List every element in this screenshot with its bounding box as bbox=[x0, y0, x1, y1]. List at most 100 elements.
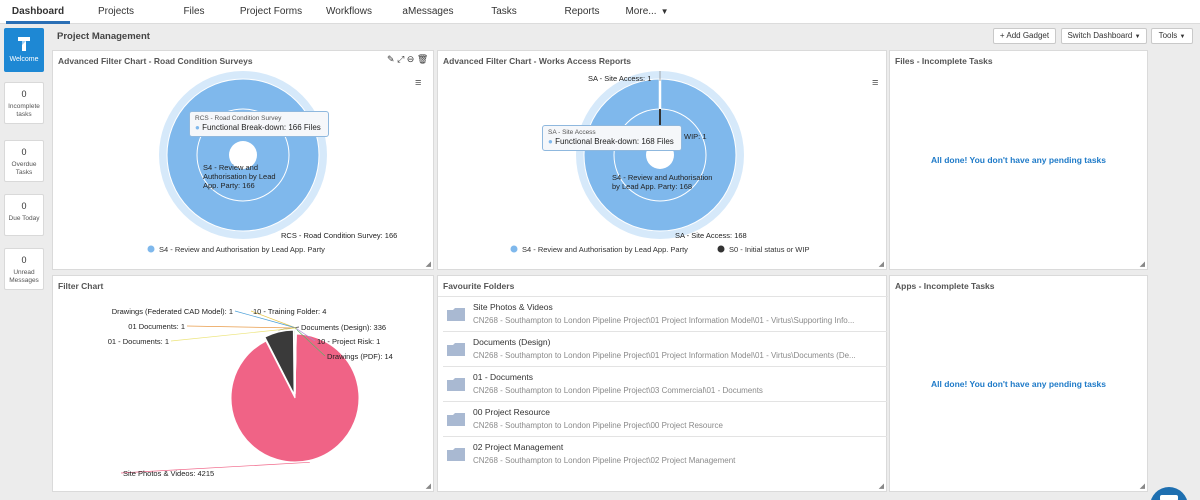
filter-pie-chart: Site Photos & Videos: 4215 Documents (Des… bbox=[108, 307, 393, 478]
nav-project-forms[interactable]: Project Forms bbox=[234, 0, 308, 24]
panel-files-incomplete-tasks: Files - Incomplete Tasks All done! You d… bbox=[889, 50, 1148, 270]
incomplete-tasks-card[interactable]: 0 Incomplete tasks bbox=[4, 82, 44, 124]
pie-data-label: 01 Documents: 1 bbox=[128, 322, 185, 331]
folder-icon bbox=[447, 343, 465, 356]
overdue-tasks-count: 0 bbox=[21, 147, 27, 157]
folder-icon bbox=[447, 308, 465, 321]
resize-handle-icon[interactable]: ◢ bbox=[879, 260, 884, 268]
folder-icon bbox=[447, 448, 465, 461]
app-logo-icon bbox=[18, 37, 30, 51]
overdue-tasks-label: Overdue Tasks bbox=[11, 161, 37, 176]
pie-label-connector bbox=[186, 325, 297, 329]
favourite-folder-row[interactable]: 00 Project Resource CN268 - Southampton … bbox=[443, 403, 887, 437]
folder-path: CN268 - Southampton to London Pipeline P… bbox=[473, 456, 736, 465]
pie-data-label: Drawings (PDF): 14 bbox=[327, 352, 393, 361]
switch-dashboard-label: Switch Dashboard bbox=[1067, 31, 1133, 40]
pie-data-label: Site Photos & Videos: 4215 bbox=[123, 469, 214, 478]
caret-down-icon: ▼ bbox=[660, 7, 669, 16]
tools-label: Tools bbox=[1158, 31, 1178, 40]
resize-handle-icon[interactable]: ◢ bbox=[879, 482, 884, 490]
unread-messages-card[interactable]: 0 Unread Messages bbox=[4, 248, 44, 290]
tooltip-dot-icon: ● bbox=[195, 123, 200, 132]
works-legend-marker-1 bbox=[510, 245, 518, 253]
nav-projects[interactable]: Projects bbox=[86, 0, 146, 24]
welcome-tile[interactable]: Welcome bbox=[4, 28, 44, 72]
works-inner-label-line-1: S4 - Review and Authorisation bbox=[612, 173, 712, 182]
overdue-tasks-card[interactable]: 0 Overdue Tasks bbox=[4, 140, 44, 182]
section-title: Project Management bbox=[57, 31, 150, 42]
favourite-folder-row[interactable]: Documents (Design) CN268 - Southampton t… bbox=[443, 333, 887, 367]
folder-path: CN268 - Southampton to London Pipeline P… bbox=[473, 316, 855, 325]
chat-widget-button[interactable] bbox=[1150, 487, 1188, 500]
nav-workflows[interactable]: Workflows bbox=[320, 0, 378, 24]
resize-handle-icon[interactable]: ◢ bbox=[1140, 482, 1145, 490]
due-today-count: 0 bbox=[21, 201, 27, 211]
nav-files[interactable]: Files bbox=[170, 0, 218, 24]
folder-path: CN268 - Southampton to London Pipeline P… bbox=[473, 386, 763, 395]
due-today-card[interactable]: 0 Due Today bbox=[4, 194, 44, 236]
works-tooltip-value-row: ● Functional Break-down: 168 Files bbox=[548, 137, 676, 146]
works-legend-item-1[interactable]: S4 - Review and Authorisation by Lead Ap… bbox=[522, 245, 688, 254]
chat-icon bbox=[1160, 495, 1178, 500]
pie-data-label: Documents (Design): 336 bbox=[301, 323, 386, 332]
incomplete-tasks-count: 0 bbox=[21, 89, 27, 99]
rcs-inner-label-line-1: S4 - Review and bbox=[203, 163, 258, 172]
rcs-inner-label-line-2: Authorisation by Lead bbox=[203, 172, 276, 181]
pie-data-label: 10 - Training Folder: 4 bbox=[253, 307, 326, 316]
favourite-folder-row[interactable]: 01 - Documents CN268 - Southampton to Lo… bbox=[443, 368, 887, 402]
welcome-label: Welcome bbox=[9, 56, 39, 63]
resize-handle-icon[interactable]: ◢ bbox=[426, 482, 431, 490]
rcs-tooltip-value: Functional Break-down: 166 Files bbox=[202, 123, 321, 132]
panel-favourite-folders: Favourite Folders Site Photos & Videos C… bbox=[437, 275, 888, 492]
folder-path: CN268 - Southampton to London Pipeline P… bbox=[473, 421, 723, 430]
no-pending-tasks-message: All done! You don't have any pending tas… bbox=[930, 379, 1107, 389]
resize-handle-icon[interactable]: ◢ bbox=[426, 260, 431, 268]
nav-tasks[interactable]: Tasks bbox=[480, 0, 528, 24]
folder-path: CN268 - Southampton to London Pipeline P… bbox=[473, 351, 856, 360]
tools-button[interactable]: Tools ▼ bbox=[1151, 28, 1193, 44]
add-gadget-button[interactable]: + Add Gadget bbox=[993, 28, 1056, 44]
panel-filter-chart: Filter Chart Site Photos & Videos: 4215 D… bbox=[52, 275, 434, 492]
nav-more-label: More... bbox=[625, 6, 657, 17]
folder-name: 01 - Documents bbox=[473, 372, 533, 382]
favourite-folder-row[interactable]: 02 Project Management CN268 - Southampto… bbox=[443, 438, 887, 472]
works-chart: SA - Site Access: 1 WIP: 1 S4 - Review a… bbox=[510, 71, 809, 254]
nav-dashboard[interactable]: Dashboard bbox=[6, 0, 70, 24]
pie-data-label: 10 - Project Risk: 1 bbox=[317, 337, 380, 346]
unread-messages-count: 0 bbox=[21, 255, 27, 265]
rcs-chart: S4 - Review and Authorisation by Lead Ap… bbox=[147, 71, 397, 254]
rcs-tooltip: RCS - Road Condition Survey ● Functional… bbox=[189, 111, 329, 137]
rcs-tooltip-value-row: ● Functional Break-down: 166 Files bbox=[195, 123, 323, 132]
works-legend-marker-2 bbox=[717, 245, 725, 253]
folder-icon bbox=[447, 413, 465, 426]
works-tooltip: SA - Site Access ● Functional Break-down… bbox=[542, 125, 682, 151]
panel-works-access-reports: Advanced Filter Chart - Works Access Rep… bbox=[437, 50, 887, 270]
folder-name: Documents (Design) bbox=[473, 337, 551, 347]
pie-data-label: 01 - Documents: 1 bbox=[108, 337, 169, 346]
nav-amessages[interactable]: aMessages bbox=[398, 0, 458, 24]
works-top-label: SA - Site Access: 1 bbox=[588, 74, 651, 83]
resize-handle-icon[interactable]: ◢ bbox=[1140, 260, 1145, 268]
rcs-legend-item[interactable]: S4 - Review and Authorisation by Lead Ap… bbox=[159, 245, 325, 254]
rcs-tooltip-title: RCS - Road Condition Survey bbox=[195, 115, 282, 122]
works-wip-fragment: WIP: 1 bbox=[684, 132, 707, 141]
nav-reports[interactable]: Reports bbox=[558, 0, 606, 24]
works-legend-item-2[interactable]: S0 - Initial status or WIP bbox=[729, 245, 809, 254]
favourite-folder-row[interactable]: Site Photos & Videos CN268 - Southampton… bbox=[443, 298, 887, 332]
folder-name: Site Photos & Videos bbox=[473, 302, 553, 312]
panel-divider bbox=[438, 296, 888, 297]
works-outer-label: SA - Site Access: 168 bbox=[675, 231, 747, 240]
folder-name: 00 Project Resource bbox=[473, 407, 551, 417]
works-tooltip-title: SA - Site Access bbox=[548, 129, 596, 136]
rcs-outer-label: RCS - Road Condition Survey: 166 bbox=[281, 231, 397, 240]
switch-dashboard-button[interactable]: Switch Dashboard ▼ bbox=[1061, 28, 1147, 44]
rcs-inner-label-line-3: App. Party: 166 bbox=[203, 181, 255, 190]
works-inner-label-line-2: by Lead App. Party: 168 bbox=[612, 182, 692, 191]
top-navigation: Dashboard Projects Files Project Forms W… bbox=[0, 0, 1200, 24]
nav-more[interactable]: More... ▼ bbox=[624, 0, 670, 24]
rcs-legend-marker bbox=[147, 245, 155, 253]
panel-title: Favourite Folders bbox=[443, 281, 515, 291]
caret-down-icon: ▼ bbox=[1134, 34, 1141, 40]
pie-data-label: Drawings (Federated CAD Model): 1 bbox=[112, 307, 233, 316]
panel-title: Apps - Incomplete Tasks bbox=[895, 281, 995, 291]
